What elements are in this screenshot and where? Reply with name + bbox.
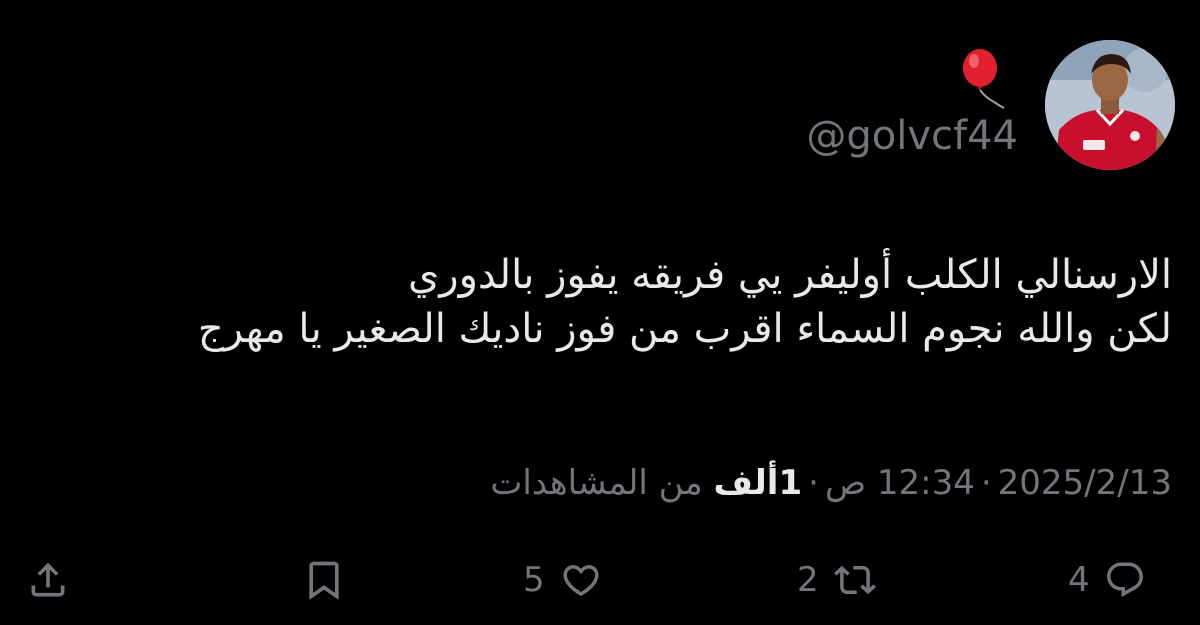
tweet-time[interactable]: 12:34 ص bbox=[825, 463, 975, 503]
heart-icon bbox=[559, 559, 603, 601]
tweet-date[interactable]: 2025/2/13 bbox=[998, 463, 1172, 503]
share-icon bbox=[26, 556, 70, 604]
tweet-text: الارسنالي الكلب أوليفر يي فريقه يفوز بال… bbox=[32, 248, 1172, 356]
tweet-text-line: الارسنالي الكلب أوليفر يي فريقه يفوز بال… bbox=[407, 252, 1172, 298]
tweet-text-line: لكن والله نجوم السماء اقرب من فوز ناديك … bbox=[197, 306, 1172, 352]
retweet-count: 2 bbox=[797, 560, 819, 600]
meta-separator: · bbox=[980, 463, 992, 503]
views-label: من المشاهدات bbox=[490, 463, 703, 503]
red-balloon-icon bbox=[958, 48, 1008, 110]
bookmark-icon bbox=[302, 556, 346, 604]
tweet-meta: 2025/2/13·12:34 ص·1ألف من المشاهدات bbox=[490, 458, 1172, 508]
tweet: @golvcf44 الارسنالي الكلب أوليفر يي فريق… bbox=[0, 0, 1200, 625]
like-button[interactable]: 5 bbox=[523, 550, 603, 610]
author-handle[interactable]: @golvcf44 bbox=[806, 110, 1018, 162]
views-count[interactable]: 1ألف bbox=[714, 463, 803, 503]
retweet-button[interactable]: 2 bbox=[797, 550, 877, 610]
share-button[interactable] bbox=[26, 550, 70, 610]
like-count: 5 bbox=[523, 560, 545, 600]
reply-count: 4 bbox=[1068, 560, 1090, 600]
meta-separator: · bbox=[808, 463, 819, 503]
reply-button[interactable]: 4 bbox=[1068, 550, 1146, 610]
bookmark-button[interactable] bbox=[302, 550, 346, 610]
reply-icon bbox=[1104, 559, 1146, 601]
retweet-icon bbox=[833, 559, 877, 601]
avatar[interactable] bbox=[1045, 40, 1175, 170]
